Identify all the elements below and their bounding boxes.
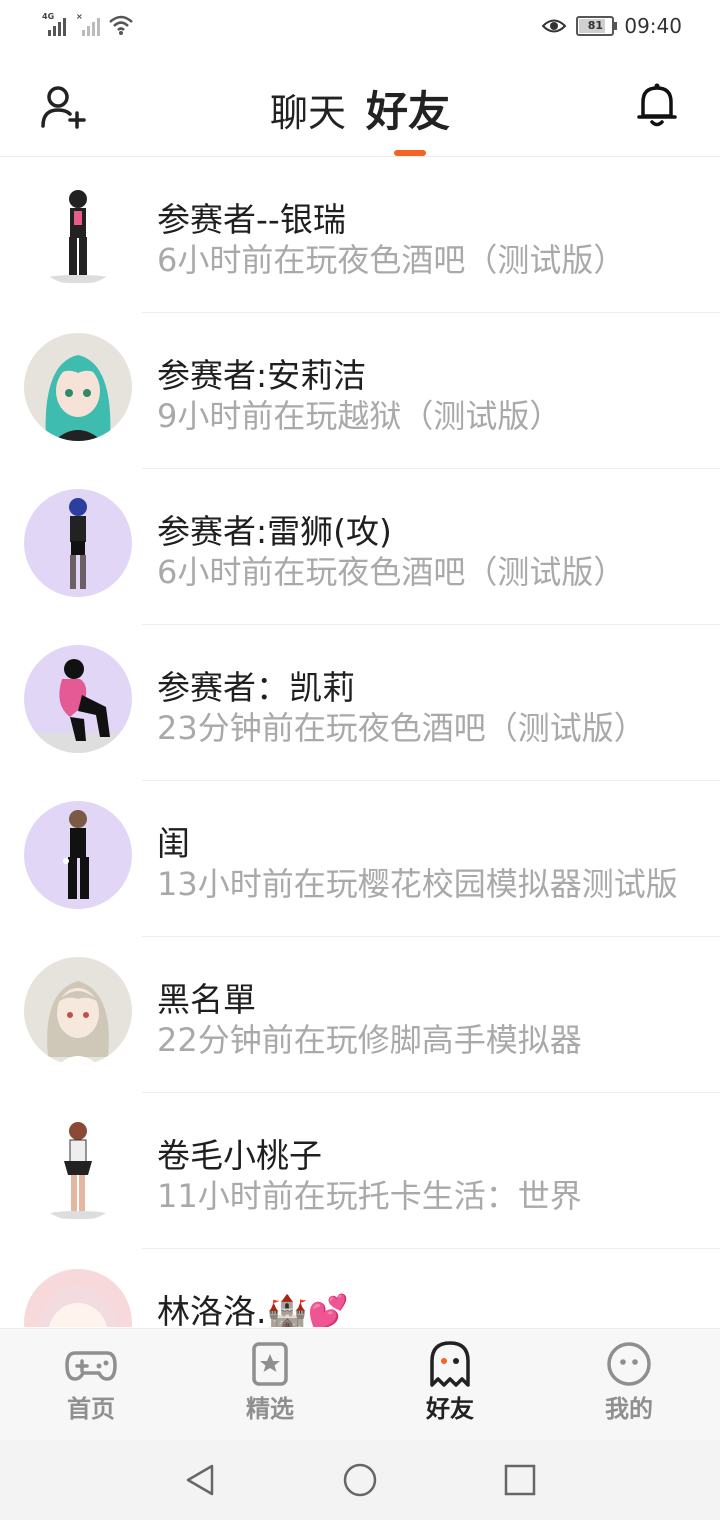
tab-chat[interactable]: 聊天 [270,82,346,137]
status-bar: 4G × 81 09:40 [0,0,720,56]
bell-icon[interactable] [636,82,678,128]
friend-status: 13小时前在玩樱花校园模拟器测试版 [157,865,678,903]
nav-featured[interactable]: 精选 [215,1341,325,1424]
signal-2-icon: × [74,12,100,36]
nav-label: 首页 [67,1395,115,1423]
top-header: 聊天 好友 [0,56,720,157]
tab-friends[interactable]: 好友 [366,78,450,139]
friend-name: 参赛者--银瑞 [157,200,346,239]
clock: 09:40 [624,14,682,38]
friend-row[interactable]: 参赛者:雷狮(攻) 6小时前在玩夜色酒吧（测试版） [0,469,720,625]
friend-name: 黑名單 [157,980,256,1019]
friend-name: 卷毛小桃子 [157,1136,322,1175]
friend-row[interactable]: 林洛洛.🏰💕 [0,1249,720,1327]
friend-row[interactable]: 参赛者:安莉洁 9小时前在玩越狱（测试版） [0,313,720,469]
star-card-icon [252,1342,288,1386]
nav-label: 好友 [426,1395,474,1423]
friend-status: 11小时前在玩托卡生活：世界 [157,1177,582,1215]
avatar[interactable] [24,333,132,441]
friend-name: 林洛洛.🏰💕 [157,1292,349,1327]
ghost-icon [430,1341,470,1387]
avatar[interactable] [24,489,132,597]
nav-label: 我的 [605,1395,653,1423]
back-icon[interactable] [180,1460,220,1500]
signal-icon: 4G [40,12,66,36]
friend-row[interactable]: 闺 13小时前在玩樱花校园模拟器测试版 [0,781,720,937]
friend-status: 23分钟前在玩夜色酒吧（测试版） [157,709,646,747]
avatar[interactable] [24,177,132,285]
friend-name: 闺 [157,824,190,863]
bottom-nav: 首页 精选 好友 我的 [0,1328,720,1441]
friend-row[interactable]: 卷毛小桃子 11小时前在玩托卡生活：世界 [0,1093,720,1249]
friend-list: 参赛者--银瑞 6小时前在玩夜色酒吧（测试版） 参赛者:安莉洁 9小时前在玩越狱… [0,157,720,1327]
wifi-icon [109,15,133,35]
friend-name: 参赛者:安莉洁 [157,356,367,395]
eye-icon [542,19,567,33]
nav-home[interactable]: 首页 [36,1341,146,1424]
avatar[interactable] [24,1269,132,1327]
nav-me[interactable]: 我的 [574,1341,684,1424]
nav-friends[interactable]: 好友 [395,1341,505,1425]
avatar[interactable] [24,957,132,1065]
avatar[interactable] [24,645,132,753]
status-bar-right: 81 09:40 [542,14,682,38]
friend-name: 参赛者：凯莉 [157,668,355,707]
smiley-icon [607,1342,651,1386]
home-circle-icon[interactable] [340,1460,380,1500]
friend-row[interactable]: 参赛者--银瑞 6小时前在玩夜色酒吧（测试版） [0,157,720,313]
gamepad-icon [65,1351,117,1381]
header-tabs: 聊天 好友 [0,78,720,139]
friend-status: 6小时前在玩夜色酒吧（测试版） [157,241,626,279]
status-bar-left: 4G × [40,12,134,36]
friend-row[interactable]: 参赛者：凯莉 23分钟前在玩夜色酒吧（测试版） [0,625,720,781]
system-nav-bar [0,1440,720,1520]
nav-label: 精选 [246,1395,294,1423]
friend-status: 9小时前在玩越狱（测试版） [157,397,562,435]
avatar[interactable] [24,801,132,909]
friend-row[interactable]: 黑名單 22分钟前在玩修脚高手模拟器 [0,937,720,1093]
recents-icon[interactable] [500,1460,540,1500]
friend-status: 6小时前在玩夜色酒吧（测试版） [157,553,626,591]
friend-status: 22分钟前在玩修脚高手模拟器 [157,1021,582,1059]
tab-active-indicator [394,150,426,156]
friend-name: 参赛者:雷狮(攻) [157,512,392,551]
avatar[interactable] [24,1113,132,1221]
battery-icon: 81 [576,16,618,36]
